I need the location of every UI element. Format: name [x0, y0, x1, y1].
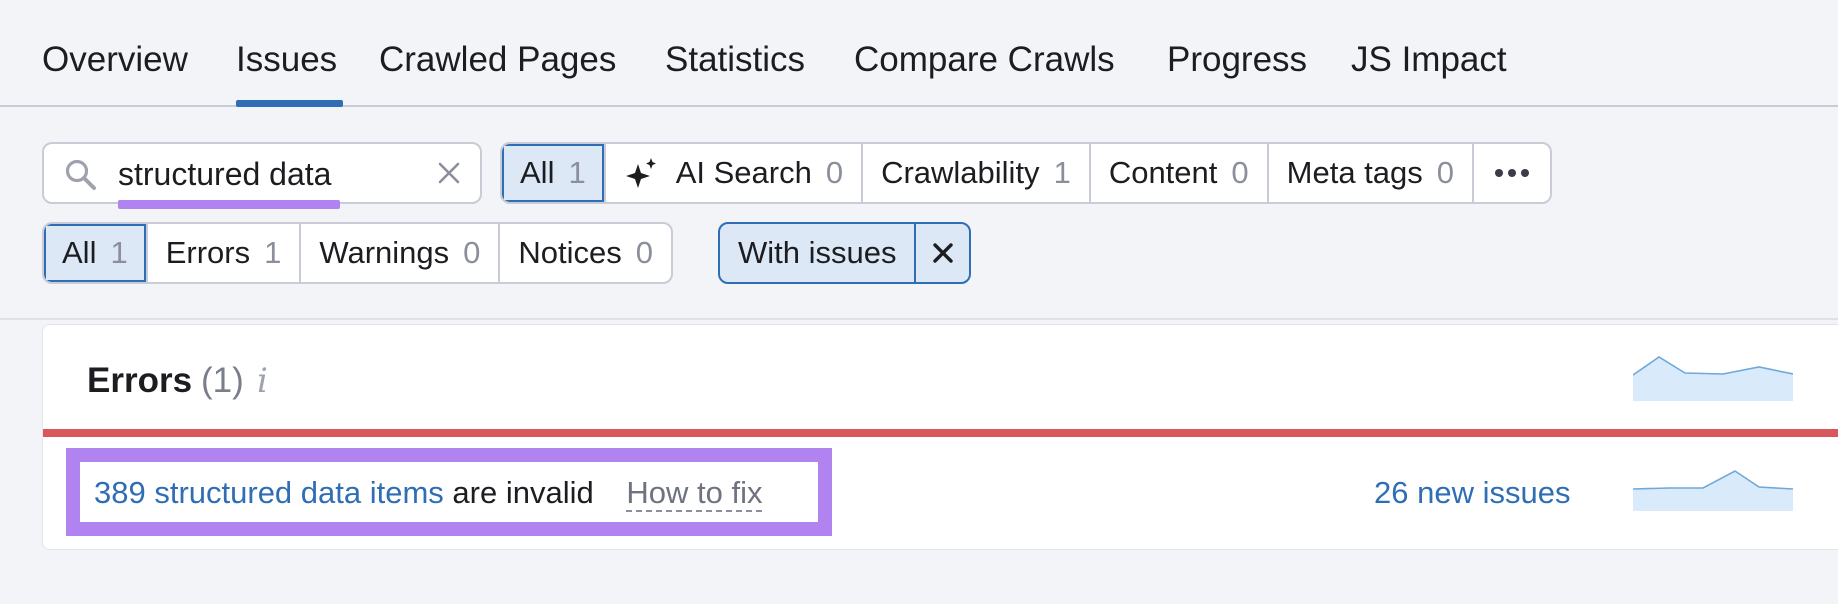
- search-box[interactable]: structured data: [42, 142, 482, 209]
- severity-all[interactable]: All 1: [44, 224, 146, 282]
- tab-js-impact[interactable]: JS Impact: [1351, 40, 1507, 80]
- category-all-count: 1: [568, 155, 586, 190]
- severity-errors[interactable]: Errors 1: [145, 224, 300, 282]
- category-content[interactable]: Content 0: [1088, 144, 1267, 202]
- severity-warnings-count: 0: [463, 235, 481, 270]
- errors-trend-sparkline: [1633, 356, 1793, 401]
- category-crawlability-count: 1: [1053, 155, 1071, 190]
- category-crawlability-label: Crawlability: [881, 155, 1040, 190]
- severity-errors-count: 1: [264, 235, 282, 270]
- category-content-count: 0: [1231, 155, 1249, 190]
- category-all-label: All: [520, 155, 555, 190]
- tab-issues[interactable]: Issues: [236, 40, 337, 80]
- category-ai-search[interactable]: AI Search 0: [603, 144, 861, 202]
- category-filter: All 1 AI Search 0 Crawlability 1 Content…: [500, 142, 1553, 204]
- with-issues-label: With issues: [738, 235, 897, 270]
- error-severity-bar: [43, 429, 1838, 437]
- errors-title: Errors: [87, 361, 193, 400]
- severity-filter: All 1 Errors 1 Warnings 0 Notices 0: [42, 222, 674, 284]
- severity-notices[interactable]: Notices 0: [498, 224, 671, 282]
- tab-progress[interactable]: Progress: [1167, 40, 1307, 80]
- tab-compare-crawls[interactable]: Compare Crawls: [854, 40, 1115, 80]
- issue-trend-sparkline: [1633, 470, 1793, 511]
- issue-description: are invalid: [452, 475, 594, 510]
- more-categories-button[interactable]: [1472, 144, 1550, 202]
- severity-warnings[interactable]: Warnings 0: [299, 224, 498, 282]
- severity-warnings-label: Warnings: [319, 235, 450, 270]
- close-icon: [933, 243, 953, 263]
- more-horizontal-icon: [1495, 169, 1530, 177]
- tab-statistics[interactable]: Statistics: [665, 40, 805, 80]
- remove-filter-button[interactable]: [914, 224, 969, 282]
- category-meta-tags-count: 0: [1436, 155, 1455, 190]
- section-divider: [0, 318, 1838, 320]
- category-ai-search-label: AI Search: [675, 155, 812, 190]
- category-meta-tags-label: Meta tags: [1286, 155, 1423, 190]
- severity-all-label: All: [62, 235, 97, 270]
- issue-link[interactable]: 389 structured data items: [94, 475, 444, 510]
- category-all[interactable]: All 1: [502, 144, 604, 202]
- tab-overview[interactable]: Overview: [42, 40, 188, 80]
- severity-errors-label: Errors: [165, 235, 251, 270]
- active-tab-indicator: [236, 100, 343, 107]
- new-issues-link[interactable]: 26 new issues: [1374, 475, 1570, 511]
- severity-notices-count: 0: [635, 235, 654, 270]
- search-icon: [65, 159, 96, 190]
- category-crawlability[interactable]: Crawlability 1: [861, 144, 1089, 202]
- severity-notices-label: Notices: [518, 235, 622, 270]
- with-issues-chip[interactable]: With issues: [718, 222, 972, 284]
- report-tabs: Overview Issues Crawled Pages Statistics…: [0, 0, 1838, 107]
- category-ai-search-count: 0: [825, 155, 844, 190]
- issue-row: 389 structured data items are invalid Ho…: [94, 475, 763, 512]
- errors-count: (1): [201, 361, 244, 400]
- search-input[interactable]: structured data: [118, 156, 331, 193]
- search-highlight-underline: [118, 200, 340, 209]
- category-meta-tags[interactable]: Meta tags 0: [1266, 144, 1472, 202]
- severity-all-count: 1: [110, 235, 128, 270]
- tab-crawled-pages[interactable]: Crawled Pages: [379, 40, 616, 80]
- how-to-fix-link[interactable]: How to fix: [626, 475, 763, 512]
- close-icon[interactable]: [436, 160, 462, 186]
- info-icon[interactable]: i: [257, 361, 268, 401]
- sparkle-icon: [625, 158, 656, 188]
- category-content-label: Content: [1108, 155, 1218, 190]
